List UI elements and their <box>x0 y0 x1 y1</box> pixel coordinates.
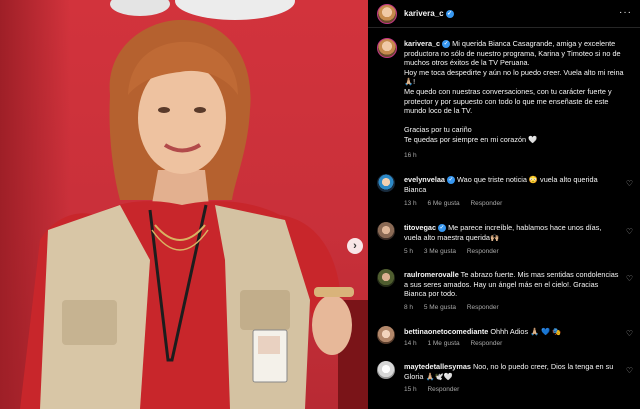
comment-meta: 15 h Responder <box>404 386 468 393</box>
caption-line: Hoy me toca despedirte y aún no lo puedo… <box>404 67 624 87</box>
comments-panel: karivera_c ✓ ··· karivera_c ✓ Mi querida B… <box>368 0 640 409</box>
verified-icon: ✓ <box>446 176 455 185</box>
verified-icon: ✓ <box>438 224 447 233</box>
comment-body: raulromerovalle Te abrazo fuerte. Mis ma… <box>404 270 620 299</box>
caption-body: karivera_c ✓ Mi querida Bianca Casagrande… <box>404 39 626 160</box>
reply-button[interactable]: Responder <box>467 248 499 255</box>
like-heart-icon[interactable]: ♡ <box>626 366 633 375</box>
author-username[interactable]: karivera_c ✓ <box>404 9 454 18</box>
comment-likes[interactable]: 1 Me gusta <box>427 340 459 347</box>
comment-time: 8 h <box>404 304 414 311</box>
comment-meta: 14 h 1 Me gusta Responder <box>404 340 511 347</box>
comment-meta: 5 h 3 Me gusta Responder <box>404 248 508 255</box>
comment-text: Ohhh Adios 🙏🏼 💙 🎭 <box>490 327 562 336</box>
commenter-username[interactable]: raulromerovalle <box>404 270 459 279</box>
more-options-icon[interactable]: ··· <box>619 7 632 18</box>
comment-meta: 8 h 5 Me gusta Responder <box>404 304 508 311</box>
like-heart-icon[interactable]: ♡ <box>626 274 633 283</box>
commenter-username[interactable]: titovegac <box>404 223 436 232</box>
caption-username[interactable]: karivera_c <box>404 39 440 48</box>
comment-body: titovegac ✓ Me parece increíble, hablamos… <box>404 223 620 242</box>
verified-icon: ✓ <box>445 9 454 18</box>
commenter-avatar[interactable] <box>377 174 395 192</box>
caption-line: Gracias por tu cariño <box>404 125 472 135</box>
like-heart-icon[interactable]: ♡ <box>626 227 633 236</box>
caption-avatar[interactable] <box>377 38 397 58</box>
caption-line: Te quedas por siempre en mi corazón 🤍 <box>404 134 538 144</box>
commenter-avatar[interactable] <box>377 361 395 379</box>
verified-icon: ✓ <box>442 40 451 49</box>
comment-time: 13 h <box>404 200 417 207</box>
caption-time: 16 h <box>404 151 417 159</box>
reply-button[interactable]: Responder <box>427 386 459 393</box>
comment-likes[interactable]: 5 Me gusta <box>424 304 456 311</box>
comment-body: bettinaonetocomediante Ohhh Adios 🙏🏼 💙 🎭 <box>404 327 620 337</box>
comment-body: maytedetallesymas Noo, no lo puedo creer… <box>404 362 620 381</box>
like-heart-icon[interactable]: ♡ <box>626 329 633 338</box>
caption-line: Me quedo con nuestras conversaciones, co… <box>404 86 612 116</box>
comment-likes[interactable]: 3 Me gusta <box>424 248 456 255</box>
reply-button[interactable]: Responder <box>470 340 502 347</box>
carousel-next-button[interactable]: › <box>347 238 363 254</box>
commenter-avatar[interactable] <box>377 269 395 287</box>
reply-button[interactable]: Responder <box>470 200 502 207</box>
comment-time: 15 h <box>404 386 417 393</box>
commenter-username[interactable]: evelynvelaa <box>404 175 445 184</box>
commenter-username[interactable]: bettinaonetocomediante <box>404 327 488 336</box>
comment-meta: 13 h 6 Me gusta Responder <box>404 200 511 207</box>
author-username-text[interactable]: karivera_c <box>404 9 444 18</box>
reply-button[interactable]: Responder <box>467 304 499 311</box>
post-photo: › <box>0 0 368 409</box>
like-heart-icon[interactable]: ♡ <box>626 179 633 188</box>
commenter-avatar[interactable] <box>377 326 395 344</box>
comment-body: evelynvelaa ✓ Wao que triste noticia 😳 vu… <box>404 175 620 194</box>
post-header: karivera_c ✓ ··· <box>368 0 640 28</box>
comment-time: 14 h <box>404 340 417 347</box>
commenter-avatar[interactable] <box>377 222 395 240</box>
comment-likes[interactable]: 6 Me gusta <box>427 200 459 207</box>
author-avatar[interactable] <box>377 4 397 24</box>
comment-time: 5 h <box>404 248 414 255</box>
photo-person <box>20 19 354 409</box>
commenter-username[interactable]: maytedetallesymas <box>404 362 471 371</box>
